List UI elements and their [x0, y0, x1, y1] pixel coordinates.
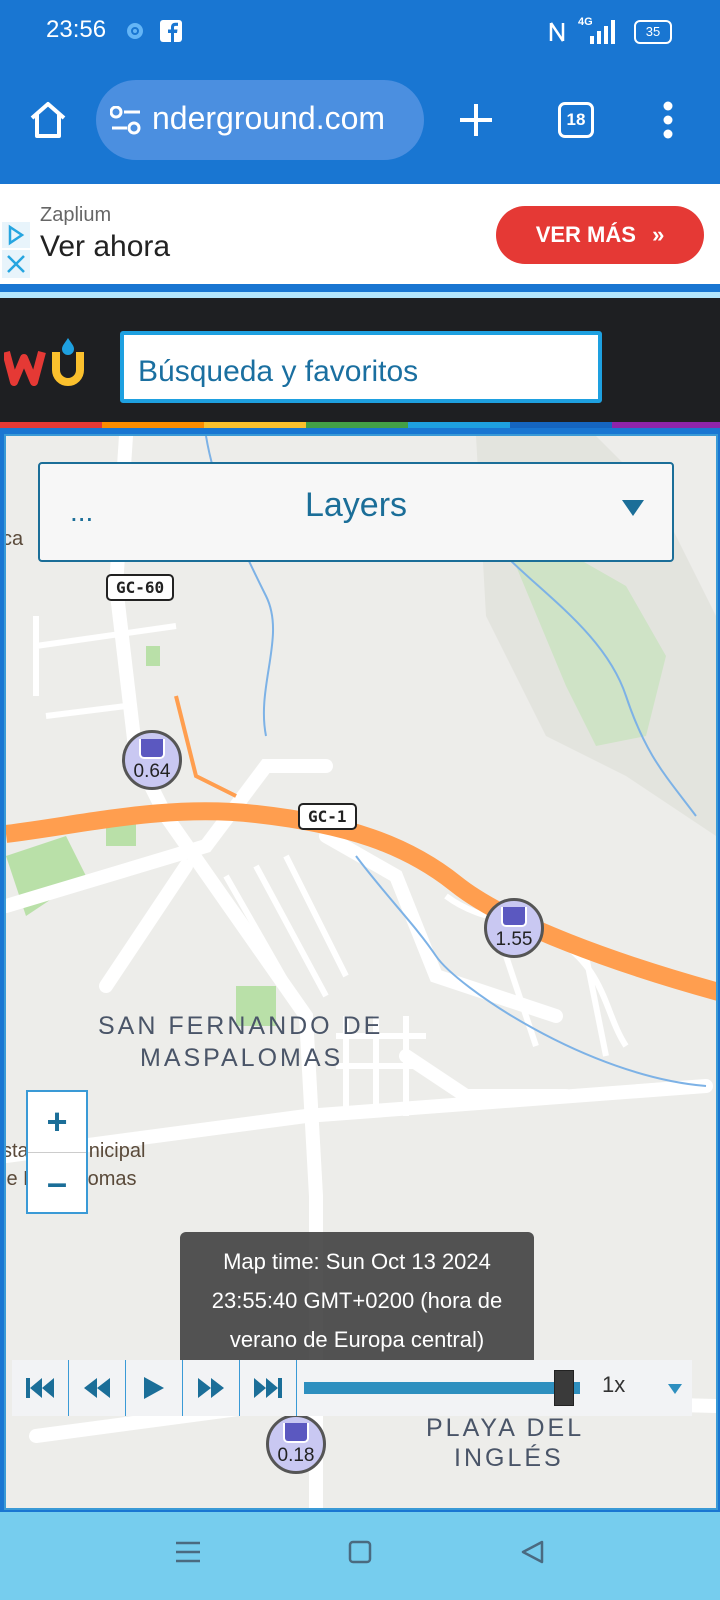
fast-forward-icon — [198, 1378, 224, 1398]
home-square-icon[interactable] — [348, 1540, 372, 1564]
search-placeholder: Búsqueda y favoritos — [138, 355, 419, 388]
rewind-button[interactable] — [69, 1360, 126, 1416]
double-chevron-icon: » — [652, 222, 665, 247]
place-label: SAN FERNANDO DE — [98, 1012, 384, 1040]
place-label: INGLÉS — [454, 1444, 564, 1472]
timeline-track[interactable] — [304, 1382, 580, 1394]
bucket-icon — [283, 1423, 309, 1443]
map-time-tooltip: Map time: Sun Oct 13 2024 23:55:40 GMT+0… — [180, 1232, 534, 1370]
battery-level: 35 — [645, 24, 661, 39]
zoom-control: + – — [26, 1090, 88, 1214]
dropdown-arrow-icon — [622, 500, 644, 516]
adchoices-icon[interactable] — [2, 222, 30, 248]
zoom-out-button[interactable]: – — [28, 1153, 86, 1213]
tooltip-line: 23:55:40 GMT+0200 (hora de — [211, 1288, 503, 1313]
place-label: MASPALOMAS — [140, 1044, 344, 1072]
fast-forward-button[interactable] — [183, 1360, 240, 1416]
tab-switcher-button[interactable]: 18 — [558, 102, 594, 138]
battery-icon: 35 — [634, 20, 672, 44]
skip-to-start-button[interactable] — [12, 1360, 69, 1416]
signal-icon — [590, 20, 615, 44]
play-icon — [144, 1377, 164, 1399]
system-nav-bar — [0, 1512, 720, 1600]
tab-count: 18 — [566, 110, 586, 129]
site-settings-icon[interactable] — [110, 106, 142, 136]
close-ad-icon[interactable] — [2, 250, 30, 278]
rewind-icon — [84, 1378, 110, 1398]
ad-title[interactable]: Ver ahora — [40, 230, 170, 264]
layers-dropdown[interactable]: ... Layers — [38, 462, 674, 562]
status-bar: 23:56 4G 35 — [0, 0, 720, 64]
speed-dropdown-icon[interactable] — [668, 1384, 682, 1394]
browser-toolbar: nderground.com 18 — [0, 64, 720, 178]
facebook-icon — [160, 20, 182, 42]
playback-bar: 1x — [12, 1360, 692, 1416]
speed-select[interactable]: 1x — [602, 1372, 625, 1398]
nfc-icon — [549, 22, 565, 42]
wu-header: Búsqueda y favoritos — [0, 298, 720, 428]
rain-value: 1.55 — [495, 929, 533, 950]
settings-icon — [127, 23, 143, 39]
tooltip-line: Map time: Sun Oct 13 2024 — [223, 1249, 491, 1274]
zoom-in-button[interactable]: + — [28, 1092, 86, 1153]
tooltip-line: verano de Europa central) — [229, 1327, 485, 1352]
timeline-handle[interactable] — [554, 1370, 575, 1406]
search-input[interactable]: Búsqueda y favoritos — [120, 331, 602, 403]
road-label: GC-60 — [106, 574, 175, 601]
skip-end-icon — [254, 1378, 282, 1398]
new-tab-icon[interactable] — [456, 100, 496, 140]
url-text: nderground.com — [152, 100, 386, 136]
skip-to-end-button[interactable] — [240, 1360, 297, 1416]
more-options-icon[interactable] — [662, 100, 674, 140]
rain-gauge-marker[interactable]: 0.64 — [122, 730, 182, 790]
road-label: GC-1 — [298, 803, 357, 830]
rain-value: 0.64 — [133, 761, 171, 782]
ad-cta-label: VER MÁS — [535, 222, 636, 247]
rainbow-stripe — [0, 422, 720, 428]
bucket-icon — [501, 907, 527, 927]
rain-gauge-marker[interactable]: 0.18 — [266, 1414, 326, 1474]
home-icon[interactable] — [28, 100, 68, 140]
place-label: ca — [4, 528, 24, 550]
ad-cta-button[interactable]: VER MÁS » — [496, 206, 704, 264]
ad-brand: Zaplium — [40, 204, 112, 226]
bucket-icon — [139, 739, 165, 759]
wu-logo-icon[interactable] — [4, 338, 88, 390]
ad-banner[interactable]: Zaplium Ver ahora VER MÁS » — [0, 184, 720, 284]
skip-start-icon — [26, 1378, 54, 1398]
rain-gauge-marker[interactable]: 1.55 — [484, 898, 544, 958]
address-bar[interactable]: nderground.com — [96, 80, 424, 160]
layers-label: Layers — [304, 486, 408, 524]
status-time: 23:56 — [46, 16, 107, 43]
map-view[interactable]: ... Layers GC-60 GC-1 ca SAN FERNANDO DE… — [4, 434, 718, 1510]
menu-icon[interactable] — [176, 1540, 200, 1564]
play-button[interactable] — [126, 1360, 183, 1416]
place-label: PLAYA DEL — [426, 1414, 585, 1442]
rain-value: 0.18 — [277, 1445, 315, 1466]
back-icon[interactable] — [520, 1540, 544, 1564]
